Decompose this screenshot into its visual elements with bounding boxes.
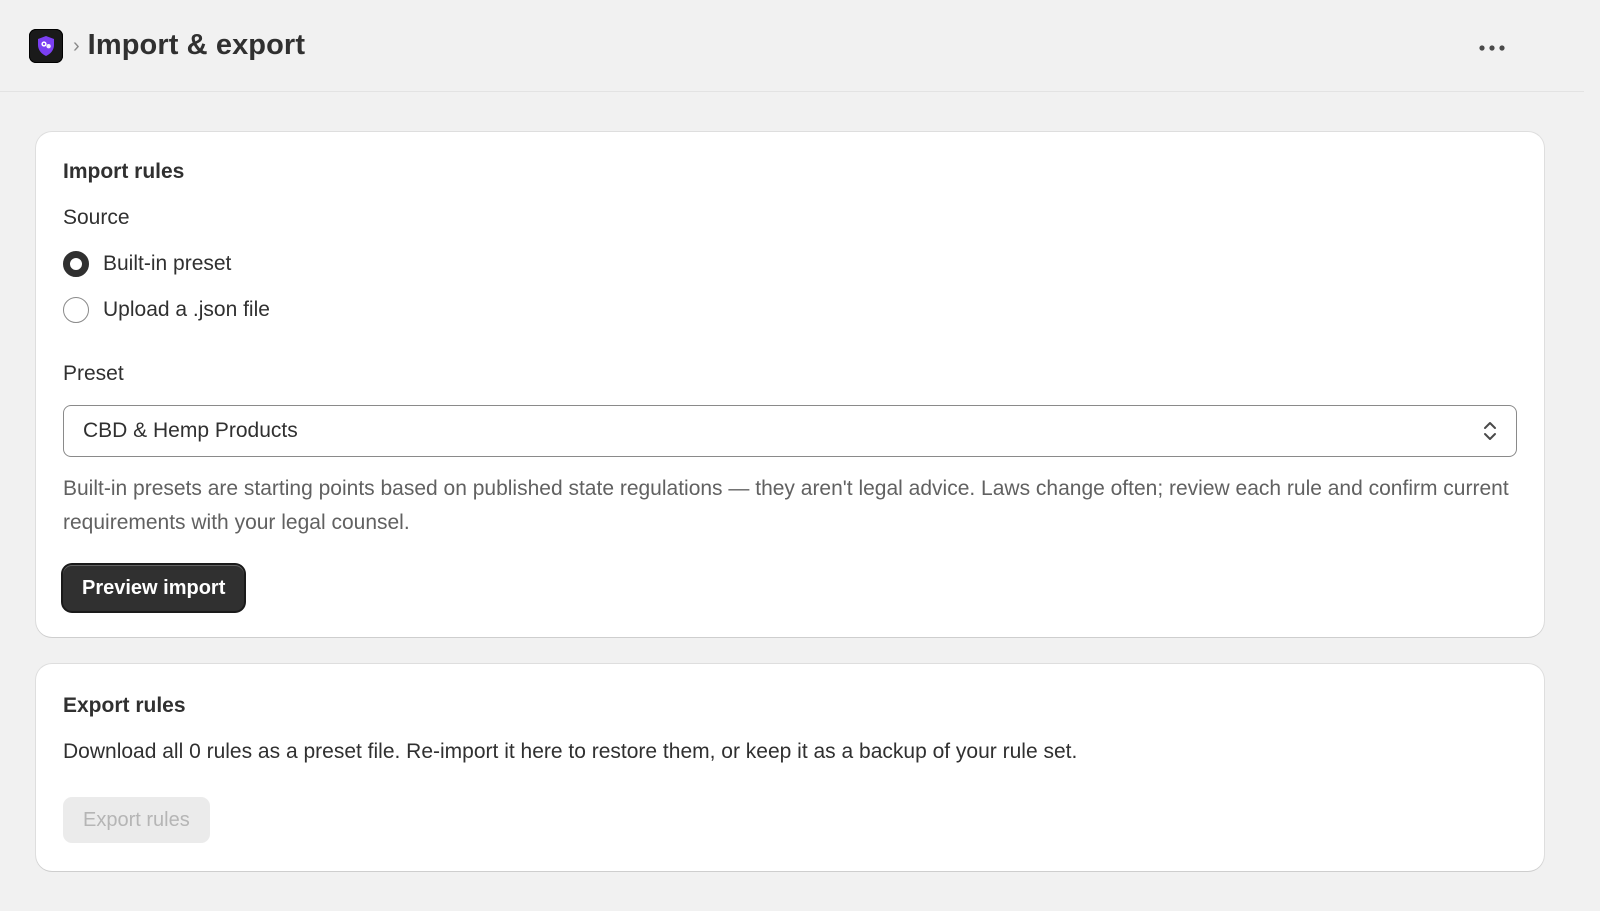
export-card-title: Export rules [63,694,186,717]
page-header: › Import & export [0,0,1584,92]
import-card-title: Import rules [63,160,185,183]
export-description: Download all 0 rules as a preset file. R… [63,740,1078,763]
more-horizontal-icon [1479,45,1505,51]
preset-label: Preset [63,362,124,385]
shield-icon [38,35,54,56]
radio-upload-json[interactable]: Upload a .json file [63,297,270,323]
import-rules-card: Import rules Source Built-in preset Uplo… [36,132,1544,637]
preset-help-text: Built-in presets are starting points bas… [63,477,1509,534]
radio-built-in-preset[interactable]: Built-in preset [63,251,231,277]
export-rules-button[interactable]: Export rules [63,797,210,843]
shield-app-icon[interactable] [29,28,63,63]
preset-select[interactable]: CBD & Hemp Products [63,405,1517,457]
radio-label: Built-in preset [103,252,232,275]
chevron-up-down-icon [1484,422,1496,440]
more-actions-button[interactable] [1472,28,1512,68]
radio-button-checked[interactable] [63,251,89,277]
radio-button[interactable] [63,297,89,323]
radio-label: Upload a .json file [103,298,270,321]
preset-select-value: CBD & Hemp Products [83,419,298,442]
source-label: Source [63,206,130,229]
preview-import-button[interactable]: Preview import [63,565,245,611]
export-rules-card: Export rules Download all 0 rules as a p… [36,664,1544,871]
page-title: Import & export [87,29,306,61]
breadcrumb-separator: › [73,34,80,57]
